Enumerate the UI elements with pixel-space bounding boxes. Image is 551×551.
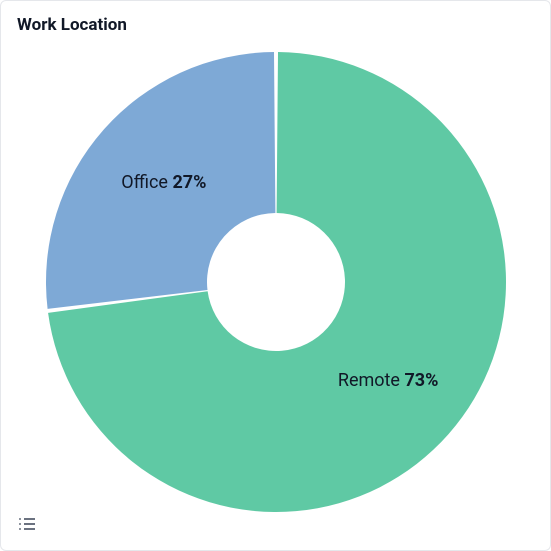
- legend-toggle-button[interactable]: [15, 512, 39, 536]
- donut-chart-svg: Remote 73% Office 27%: [36, 42, 516, 522]
- donut-chart: Remote 73% Office 27%: [1, 41, 550, 522]
- work-location-card: Work Location Remote 73% Office 27%: [0, 0, 551, 551]
- card-title: Work Location: [17, 15, 534, 35]
- list-icon: [19, 518, 35, 520]
- slice-label-office: Office 27%: [121, 171, 206, 192]
- slice-label-remote: Remote 73%: [337, 369, 438, 390]
